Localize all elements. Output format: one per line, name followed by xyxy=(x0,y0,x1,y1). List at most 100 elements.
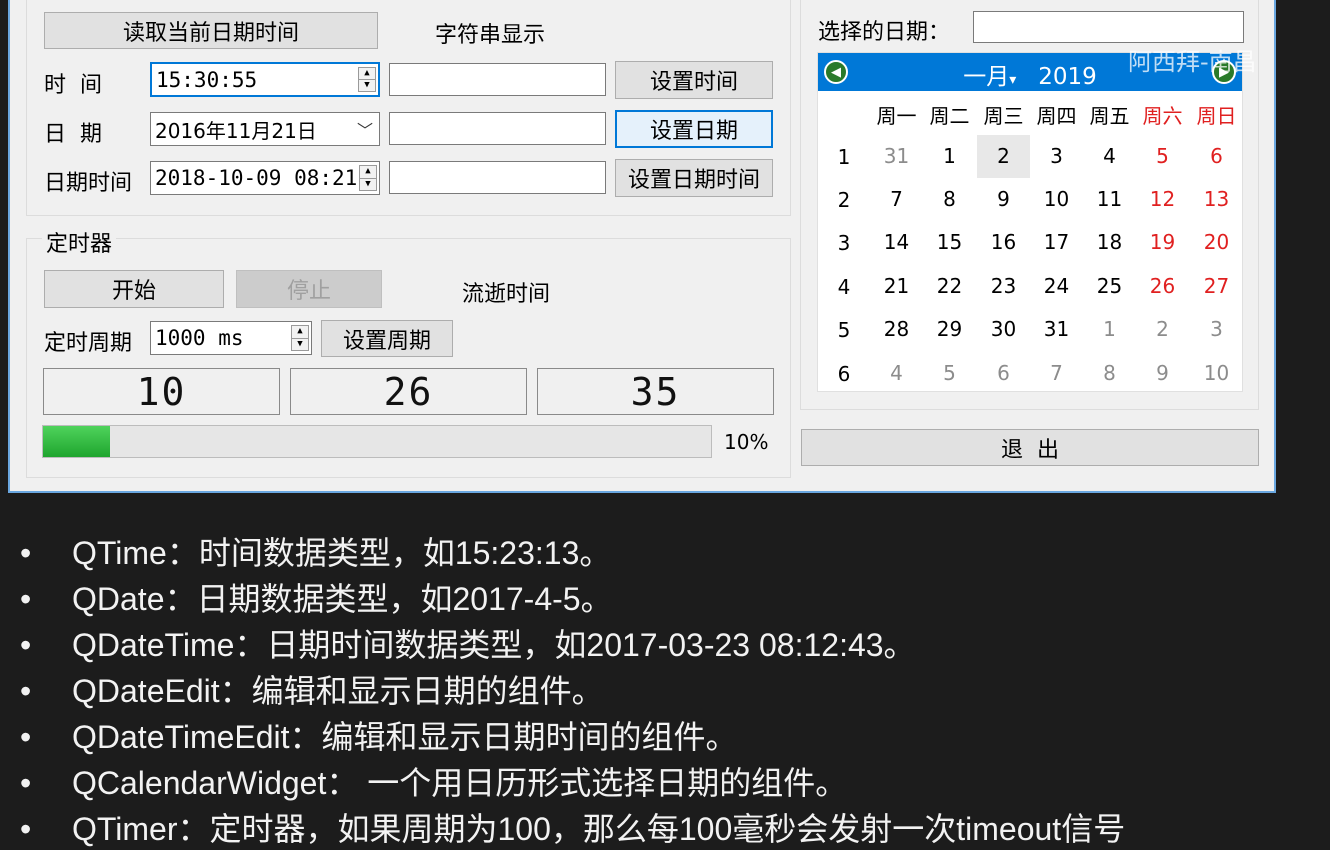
date-label: 日 期 xyxy=(44,122,102,147)
bullet-dot-icon: • xyxy=(20,673,32,709)
calendar-day[interactable]: 4 xyxy=(1083,135,1136,178)
datetime-spin-buttons[interactable]: ▲ ▼ xyxy=(359,165,377,191)
spin-up-icon[interactable]: ▲ xyxy=(360,166,376,178)
datetime-edit-value: 2018-10-09 08:21 xyxy=(155,166,358,190)
calendar-day[interactable]: 17 xyxy=(1030,221,1083,264)
calendar-day[interactable]: 31 xyxy=(870,135,923,178)
slide-bullet-text: QDate：日期数据类型，如2017-4-5。 xyxy=(72,581,613,617)
calendar-day[interactable]: 28 xyxy=(870,308,923,351)
calendar-day[interactable]: 9 xyxy=(1136,352,1189,395)
calendar-day[interactable]: 7 xyxy=(870,178,923,221)
progress-text: 10% xyxy=(724,430,769,454)
calendar-day[interactable]: 25 xyxy=(1083,265,1136,308)
spin-down-icon[interactable]: ▼ xyxy=(292,337,308,351)
period-spin-buttons[interactable]: ▲ ▼ xyxy=(291,325,309,351)
calendar-day[interactable]: 5 xyxy=(1136,135,1189,178)
bullet-dot-icon: • xyxy=(20,811,32,847)
selected-date-label: 选择的日期： xyxy=(818,20,951,45)
weekday-header: 周四 xyxy=(1036,104,1077,128)
calendar-day[interactable]: 8 xyxy=(923,178,976,221)
calendar-day[interactable]: 30 xyxy=(977,308,1030,351)
calendar-day[interactable]: 10 xyxy=(1190,352,1243,395)
calendar-day[interactable]: 29 xyxy=(923,308,976,351)
calendar-day[interactable]: 31 xyxy=(1030,308,1083,351)
week-number: 2 xyxy=(837,188,851,212)
bullet-dot-icon: • xyxy=(20,535,32,571)
start-button[interactable]: 开始 xyxy=(44,270,224,308)
calendar-day[interactable]: 3 xyxy=(1190,308,1243,351)
slide-bullet: • QDateEdit：编辑和显示日期的组件。 xyxy=(20,666,604,712)
calendar-day[interactable]: 23 xyxy=(977,265,1030,308)
spin-up-icon[interactable]: ▲ xyxy=(359,68,375,79)
calendar-day[interactable]: 1 xyxy=(1083,308,1136,351)
progress-bar xyxy=(42,425,712,458)
calendar-day[interactable]: 20 xyxy=(1190,221,1243,264)
calendar-day[interactable]: 9 xyxy=(977,178,1030,221)
calendar-widget[interactable]: ◀ 一月▾ 2019 ▶ 周一 周二 周三 周四 周五 周六 周日 123456 31 1 2 3… xyxy=(817,52,1243,392)
stop-button: 停止 xyxy=(236,270,382,308)
bullet-dot-icon: • xyxy=(20,719,32,755)
calendar-day[interactable]: 24 xyxy=(1030,265,1083,308)
calendar-day[interactable]: 11 xyxy=(1083,178,1136,221)
spin-down-icon[interactable]: ▼ xyxy=(360,177,376,191)
datetime-string-input[interactable] xyxy=(389,161,606,194)
weekday-header: 周二 xyxy=(929,104,970,128)
calendar-day[interactable]: 16 xyxy=(977,221,1030,264)
read-datetime-button[interactable]: 读取当前日期时间 xyxy=(44,12,378,49)
calendar-day[interactable]: 15 xyxy=(923,221,976,264)
selected-date-input[interactable] xyxy=(973,11,1244,43)
date-string-input[interactable] xyxy=(389,112,606,145)
elapsed-time-label: 流逝时间 xyxy=(462,282,551,307)
slide-bullet-text: QDateEdit：编辑和显示日期的组件。 xyxy=(72,673,604,709)
calendar-day[interactable]: 4 xyxy=(870,352,923,395)
calendar-day[interactable]: 5 xyxy=(923,352,976,395)
calendar-day[interactable]: 14 xyxy=(870,221,923,264)
time-edit-value: 15:30:55 xyxy=(156,67,258,92)
watermark: 阿西拜-南昌 xyxy=(1128,48,1257,76)
date-edit[interactable]: 2016年11月21日 ﹀ xyxy=(150,112,380,146)
calendar-day[interactable]: 19 xyxy=(1136,221,1189,264)
set-time-button[interactable]: 设置时间 xyxy=(615,61,773,99)
set-date-button[interactable]: 设置日期 xyxy=(615,110,773,148)
calendar-day[interactable]: 13 xyxy=(1190,178,1243,221)
spin-up-icon[interactable]: ▲ xyxy=(292,326,308,338)
calendar-day[interactable]: 21 xyxy=(870,265,923,308)
week-number: 4 xyxy=(837,275,851,299)
datetime-edit[interactable]: 2018-10-09 08:21 ▲ ▼ xyxy=(150,161,380,195)
calendar-day[interactable]: 2 xyxy=(1136,308,1189,351)
spin-down-icon[interactable]: ▼ xyxy=(359,79,375,91)
progress-fill xyxy=(43,426,110,457)
chevron-down-icon[interactable]: ﹀ xyxy=(357,117,373,141)
calendar-day[interactable]: 6 xyxy=(1190,135,1243,178)
lcd-minutes: 26 xyxy=(290,368,527,415)
calendar-day[interactable]: 27 xyxy=(1190,265,1243,308)
calendar-day[interactable]: 2 xyxy=(977,135,1030,178)
slide-bullet-text: QDateTime：日期时间数据类型，如2017-03-23 08:12:43。 xyxy=(72,627,916,663)
time-label: 时 间 xyxy=(44,73,102,98)
exit-button[interactable]: 退 出 xyxy=(801,429,1259,466)
calendar-day[interactable]: 22 xyxy=(923,265,976,308)
weekday-header: 周三 xyxy=(983,104,1024,128)
slide-bullet: • QTime：时间数据类型，如15:23:13。 xyxy=(20,528,611,574)
month-selector[interactable]: 一月▾ xyxy=(963,64,1016,90)
calendar-day[interactable]: 7 xyxy=(1030,352,1083,395)
period-spinbox[interactable]: 1000 ms ▲ ▼ xyxy=(150,321,312,355)
calendar-day[interactable]: 12 xyxy=(1136,178,1189,221)
calendar-day[interactable]: 8 xyxy=(1083,352,1136,395)
slide-bullet-text: QDateTimeEdit：编辑和显示日期时间的组件。 xyxy=(72,719,738,755)
time-string-input[interactable] xyxy=(389,63,606,96)
app-window: 读取当前日期时间 字符串显示 时 间 15:30:55 ▲ ▼ 设置时间 日 期 … xyxy=(8,0,1276,493)
calendar-day[interactable]: 10 xyxy=(1030,178,1083,221)
calendar-day[interactable]: 6 xyxy=(977,352,1030,395)
calendar-day[interactable]: 26 xyxy=(1136,265,1189,308)
time-edit[interactable]: 15:30:55 ▲ ▼ xyxy=(150,62,380,97)
set-datetime-button[interactable]: 设置日期时间 xyxy=(615,159,773,197)
calendar-day[interactable]: 1 xyxy=(923,135,976,178)
year-selector[interactable]: 2019 xyxy=(1038,64,1097,90)
time-spin-buttons[interactable]: ▲ ▼ xyxy=(358,67,376,92)
slide-bullet: • QTimer：定时器，如果周期为100，那么每100毫秒会发射一次timeou… xyxy=(20,804,1125,850)
set-period-button[interactable]: 设置周期 xyxy=(321,320,453,357)
calendar-day[interactable]: 18 xyxy=(1083,221,1136,264)
slide-bullet-text: QTime：时间数据类型，如15:23:13。 xyxy=(72,535,612,571)
calendar-day[interactable]: 3 xyxy=(1030,135,1083,178)
